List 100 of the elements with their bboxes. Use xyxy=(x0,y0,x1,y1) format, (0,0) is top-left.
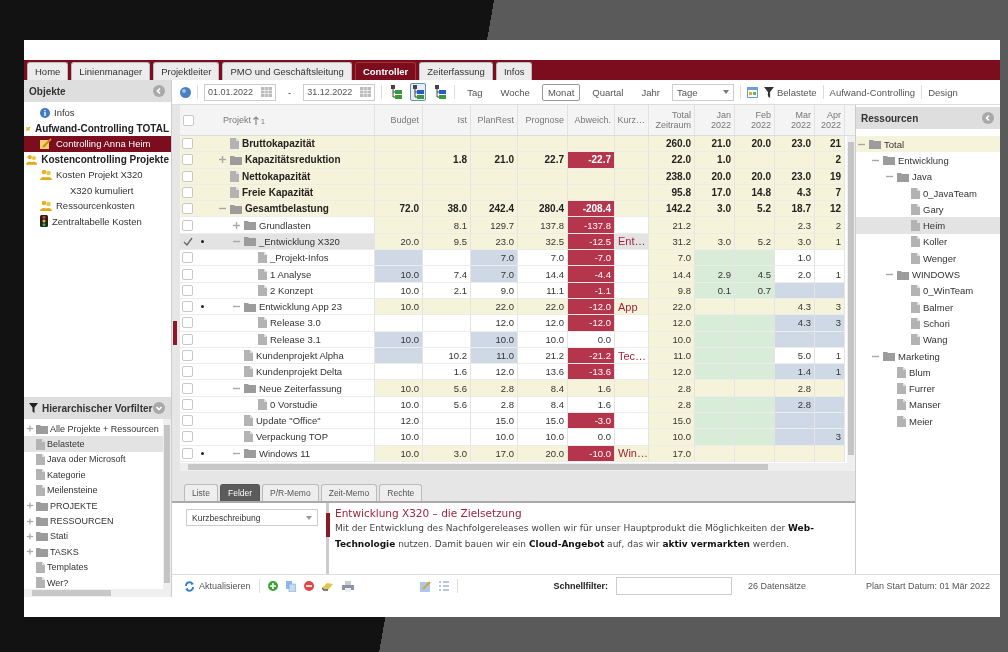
add-icon[interactable] xyxy=(267,581,278,591)
tree-item[interactable]: Koller xyxy=(856,233,1000,251)
row-checkbox[interactable] xyxy=(182,333,193,345)
tree-item[interactable]: Gary xyxy=(856,201,1000,218)
row-checkbox[interactable] xyxy=(182,268,193,280)
tree-item[interactable]: Total xyxy=(856,136,1000,153)
expand-icon[interactable] xyxy=(231,220,241,230)
row-checkbox[interactable] xyxy=(182,317,193,329)
calendar-icon[interactable] xyxy=(261,87,272,97)
row-checkbox[interactable] xyxy=(182,301,193,313)
period-button[interactable]: Tag xyxy=(461,83,489,101)
tree-item[interactable]: Belastete xyxy=(24,436,163,452)
expand-icon[interactable] xyxy=(26,547,34,557)
tree-view-button[interactable] xyxy=(432,83,449,101)
row-checkbox[interactable] xyxy=(182,415,193,427)
calendar-icon[interactable] xyxy=(746,86,758,98)
tree-item[interactable]: PROJEKTE xyxy=(24,497,163,514)
row-checkbox[interactable] xyxy=(182,284,193,296)
expand-icon[interactable] xyxy=(26,516,34,526)
field-select[interactable]: Kurzbeschreibung xyxy=(186,509,318,526)
tree-item[interactable]: Meier xyxy=(856,413,1000,430)
splitter-handle[interactable] xyxy=(326,513,330,537)
collapse-panel-icon[interactable] xyxy=(153,402,165,414)
tree-cell[interactable]: _Projekt-Infos xyxy=(180,250,375,267)
row-checkbox[interactable] xyxy=(182,382,193,394)
tree-item[interactable]: RESSOURCEN xyxy=(24,513,163,529)
tree-cell[interactable]: Gesamtbelastung xyxy=(180,201,375,218)
date-field[interactable]: 01.01.2022 xyxy=(204,83,276,101)
tree-item[interactable]: Wang xyxy=(856,331,1000,348)
nav-tab[interactable]: Linienmanager xyxy=(71,62,151,80)
tree-item[interactable]: Meilensteine xyxy=(24,482,163,498)
object-item[interactable]: Kosten Projekt X320 xyxy=(24,167,171,183)
row-checkbox[interactable] xyxy=(182,219,193,231)
tree-item[interactable]: Wenger xyxy=(856,250,1000,267)
tree-cell[interactable]: 1 Analyse xyxy=(180,266,375,283)
column-header[interactable]: Budget xyxy=(375,105,423,135)
unit-select[interactable]: Tage xyxy=(671,83,734,101)
row-checkbox[interactable] xyxy=(182,252,193,264)
tree-view-button[interactable] xyxy=(410,83,427,101)
calendar-icon[interactable] xyxy=(360,87,372,97)
detail-tab[interactable]: Zeit-Memo xyxy=(320,484,378,501)
object-item[interactable]: Zentraltabelle Kosten xyxy=(24,213,171,229)
tree-cell[interactable]: Neue Zeiterfassung xyxy=(180,380,375,397)
object-item[interactable]: Infos xyxy=(24,105,171,121)
tree-cell[interactable]: Kapazitätsreduktion xyxy=(180,152,375,169)
remove-icon[interactable] xyxy=(303,581,314,591)
detail-tab[interactable]: Felder xyxy=(219,484,261,501)
quickfilter-field[interactable] xyxy=(615,577,732,595)
scrollbar[interactable] xyxy=(24,589,171,597)
column-header[interactable]: Mar 2022 xyxy=(775,105,815,135)
tree-cell[interactable]: Verpackung TOP xyxy=(180,429,375,446)
tree-item[interactable]: Furrer xyxy=(856,380,1000,397)
tree-item[interactable]: 0_WinTeam xyxy=(856,282,1000,299)
tree-item[interactable]: Templates xyxy=(24,559,163,575)
tree-item[interactable]: Marketing xyxy=(856,347,1000,365)
column-header[interactable]: Ist xyxy=(423,105,471,135)
tree-item[interactable]: Heim xyxy=(856,217,1000,234)
eraser-icon[interactable] xyxy=(321,581,334,591)
column-header[interactable]: Abweich. xyxy=(568,105,615,135)
column-header[interactable]: Prognose xyxy=(518,105,568,135)
row-checkbox[interactable] xyxy=(182,366,193,378)
filter-button[interactable]: Belastete xyxy=(763,86,817,98)
splitter-handle[interactable] xyxy=(173,321,177,345)
object-item[interactable]: Ressourcenkosten xyxy=(24,198,171,214)
collapse-panel-icon[interactable] xyxy=(982,112,994,124)
tree-item[interactable]: Java oder Microsoft xyxy=(24,451,163,468)
tree-item[interactable]: Stati xyxy=(24,528,163,545)
object-item[interactable]: Aufwand-Controlling TOTAL xyxy=(24,120,171,136)
column-header[interactable]: Feb 2022 xyxy=(735,105,775,135)
row-checkbox[interactable] xyxy=(182,170,193,182)
select-all-checkbox[interactable] xyxy=(183,114,194,126)
scrollbar[interactable] xyxy=(847,136,855,463)
tree-item[interactable]: Kategorie xyxy=(24,467,163,483)
copy-icon[interactable] xyxy=(285,580,296,592)
expand-icon[interactable] xyxy=(26,501,34,511)
nav-tab[interactable]: Zeiterfassung xyxy=(419,62,493,80)
tree-item[interactable]: Blum xyxy=(856,364,1000,381)
toolbar-link[interactable]: Design xyxy=(928,86,958,98)
row-checkbox[interactable] xyxy=(182,447,193,459)
nav-tab[interactable]: Home xyxy=(27,62,69,80)
column-header[interactable]: Kurz… xyxy=(615,105,649,135)
column-header[interactable]: Total Zeitraum xyxy=(649,105,695,135)
tree-item[interactable]: Entwicklung xyxy=(856,152,1000,169)
tree-item[interactable]: Wer? xyxy=(24,574,163,589)
detail-tab[interactable]: Liste xyxy=(184,484,218,501)
print-icon[interactable] xyxy=(341,580,354,592)
refresh-button[interactable]: Aktualisieren xyxy=(184,580,251,592)
period-button[interactable]: Quartal xyxy=(586,83,630,101)
tree-cell[interactable]: Grundlasten xyxy=(180,217,375,234)
row-checkbox[interactable] xyxy=(182,350,193,361)
row-checkbox[interactable] xyxy=(182,187,193,199)
row-checkbox[interactable] xyxy=(182,398,193,410)
collapse-panel-icon[interactable] xyxy=(153,85,165,97)
nav-tab[interactable]: Projektleiter xyxy=(153,62,220,80)
tree-item[interactable]: Manser xyxy=(856,396,1000,414)
nav-tab[interactable]: PMO und Geschäftsleitung xyxy=(222,62,352,80)
tree-cell[interactable]: Kundenprojekt Delta xyxy=(180,364,375,381)
tree-item[interactable]: Schori xyxy=(856,315,1000,332)
note-icon[interactable] xyxy=(419,580,431,592)
tree-item[interactable]: Alle Projekte + Ressourcen xyxy=(24,421,163,437)
